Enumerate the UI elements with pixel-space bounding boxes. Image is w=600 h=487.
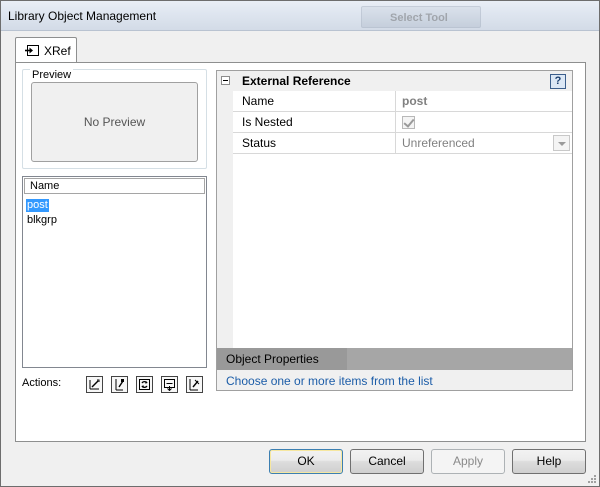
cancel-button[interactable]: Cancel [350, 449, 424, 474]
resize-grip-icon[interactable] [587, 474, 597, 484]
no-preview-text: No Preview [83, 115, 146, 129]
action-detach-icon [189, 379, 200, 391]
action-reload-button[interactable] [136, 376, 153, 393]
background-window-title: Select Tool [390, 12, 448, 24]
tab-xref-label: XRef [44, 44, 71, 58]
column-divider [395, 133, 396, 153]
help-button[interactable]: Help [512, 449, 586, 474]
action-save-icon [164, 379, 175, 391]
action-edit-button[interactable] [86, 376, 103, 393]
property-grid: External Reference ? Name post Is Nested… [216, 70, 573, 391]
list-items: post blkgrp [26, 197, 58, 227]
property-row-is-nested[interactable]: Is Nested [233, 112, 572, 133]
category-external-reference[interactable]: External Reference ? [217, 71, 572, 91]
column-divider [395, 112, 396, 132]
list-item-row[interactable]: post [26, 197, 58, 212]
action-add-icon [115, 379, 124, 391]
preview-legend: Preview [30, 69, 74, 81]
list-column-header-name[interactable]: Name [24, 178, 205, 194]
apply-button[interactable]: Apply [431, 449, 505, 474]
actions-label: Actions: [22, 377, 62, 389]
library-object-management-dialog: Library Object Management Select Tool XR… [0, 0, 600, 487]
action-detach-button[interactable] [186, 376, 203, 393]
tab-xref[interactable]: XRef [15, 37, 77, 63]
action-edit-icon [89, 379, 100, 390]
description-title-bar: Object Properties [217, 348, 572, 370]
property-rows: Name post Is Nested Status Unreferenced [233, 91, 572, 351]
is-nested-checkbox[interactable] [402, 116, 415, 129]
xref-tab-panel: Preview No Preview Name post blkgrp Acti… [15, 62, 586, 442]
list-item[interactable]: blkgrp [26, 214, 58, 226]
action-reload-icon [139, 379, 150, 390]
xref-icon [25, 45, 39, 56]
background-window-tab: Select Tool [361, 6, 481, 28]
action-save-button[interactable] [161, 376, 178, 393]
list-column-header-label: Name [30, 180, 60, 192]
collapse-toggle-icon[interactable] [221, 76, 230, 85]
column-divider [395, 91, 396, 111]
description-title: Object Properties [226, 352, 319, 366]
list-item-row[interactable]: blkgrp [26, 212, 58, 227]
chevron-down-icon[interactable] [553, 135, 570, 151]
property-name-label: Name [242, 94, 275, 108]
property-name-value[interactable]: post [402, 94, 427, 108]
action-add-button[interactable] [111, 376, 128, 393]
preview-group: Preview No Preview [22, 69, 207, 169]
property-is-nested-label: Is Nested [242, 115, 293, 129]
property-row-status[interactable]: Status Unreferenced [233, 133, 572, 154]
help-icon[interactable]: ? [550, 74, 566, 89]
list-item[interactable]: post [26, 199, 49, 212]
description-text: Choose one or more items from the list [226, 374, 433, 388]
property-status-label: Status [242, 136, 277, 150]
preview-box: No Preview [31, 82, 198, 162]
category-label: External Reference [242, 74, 351, 88]
ok-button[interactable]: OK [269, 449, 343, 474]
title-bar[interactable]: Library Object Management Select Tool [1, 1, 599, 31]
status-dropdown-value[interactable]: Unreferenced [402, 136, 475, 150]
window-title: Library Object Management [8, 9, 157, 23]
property-row-name[interactable]: Name post [233, 91, 572, 112]
library-object-list[interactable]: Name post blkgrp [22, 176, 207, 368]
